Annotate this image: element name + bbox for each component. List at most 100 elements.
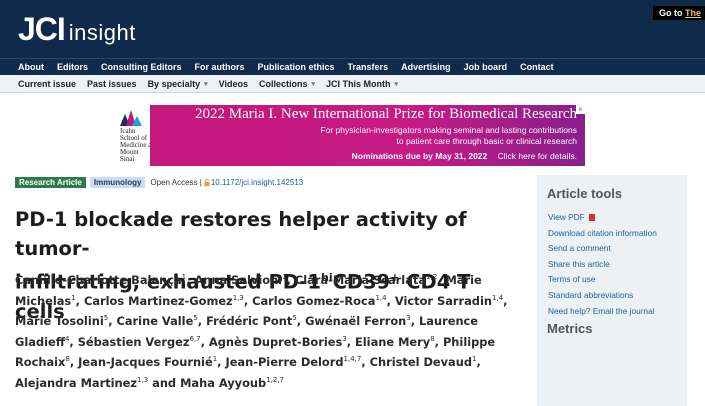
ad-close-icon[interactable]: × [576,105,585,114]
author-name[interactable]: Eliane Mery8 [355,335,435,349]
goto-banner[interactable]: Go to The [652,6,705,20]
author-and: and [152,375,177,390]
metrics-heading: Metrics [547,321,593,336]
goto-link[interactable]: The [685,8,701,18]
tool-link-download-citation-information[interactable]: Download citation information [548,226,657,242]
tool-link-label: View PDF [548,212,585,222]
author-name-text: Eliane Mery [355,334,431,349]
subnav-item-by-specialty[interactable]: By specialty ▾ [148,79,208,89]
ad-cta-link[interactable]: Click here for details. [498,151,577,161]
article-type-badge[interactable]: Research Article [15,177,86,188]
author-name-text: Carine Valle [116,314,194,329]
subnav-item-label: By specialty [147,78,201,89]
nav-item-contact[interactable]: Contact [520,62,554,72]
tool-link-label: Send a comment [548,243,611,254]
subnav-item-collections[interactable]: Collections ▾ [259,79,315,89]
author-affiliation: 1,4 [375,293,387,302]
author-name[interactable]: Anna Salvioni1 [194,273,286,287]
author-name-text: Camille-Charlotte Balança [15,273,182,287]
tool-link-terms-of-use[interactable]: Terms of use [548,272,657,288]
tool-link-standard-abbreviations[interactable]: Standard abbreviations [548,288,657,304]
nav-item-consulting-editors[interactable]: Consulting Editors [101,62,182,72]
article-tools-heading: Article tools [547,186,623,201]
author-name[interactable]: Carlos Martinez-Gomez1,3 [84,294,244,308]
author-affiliation: 1,4,7 [343,355,362,364]
nav-item-editors[interactable]: Editors [57,62,88,72]
category-badge[interactable]: Immunology [89,177,146,188]
author-name[interactable]: Maha Ayyoub1,2,7 [180,376,284,390]
chevron-down-icon: ▾ [204,80,208,88]
jci-insight-logo[interactable]: JCI insight [18,12,136,50]
logo-jci-text: JCI [18,11,66,47]
author-name[interactable]: Jean-Jacques Fournié1 [78,355,217,369]
nav-item-advertising[interactable]: Advertising [401,62,451,72]
subnav-item-past-issues[interactable]: Past issues [87,79,137,89]
tool-link-send-a-comment[interactable]: Send a comment [548,241,657,257]
author-name-text: Sébastien Vergez [77,334,190,349]
tool-link-label: Need help? Email the journal [548,305,655,316]
tool-link-label: Standard abbreviations [548,289,634,300]
subnav-item-videos[interactable]: Videos [219,79,248,89]
nav-item-about[interactable]: About [18,62,44,72]
author-name[interactable]: Jean-Pierre Delord1,4,7 [225,355,361,369]
site-header: JCI insight Go to The [0,0,705,58]
author-affiliation: 1,3 [137,375,149,384]
subnav-item-jci-this-month[interactable]: JCI This Month ▾ [326,79,398,89]
open-access-lock-icon [204,179,210,186]
author-name[interactable]: Carlos Gomez-Roca1,4 [252,294,386,308]
author-affiliation: 8 [65,355,70,364]
chevron-down-icon: ▾ [311,80,315,88]
nav-item-for-authors[interactable]: For authors [195,62,245,72]
ad-nominations: Nominations due by May 31, 2022 [351,151,488,161]
author-affiliation: 5 [103,314,109,323]
author-list: Camille-Charlotte Balança1, Anna Salvion… [15,273,508,390]
tool-link-view-pdf[interactable]: View PDF [548,210,657,226]
author-affiliation: 6,7 [189,334,201,343]
author-name[interactable]: Gwénaël Ferron3 [305,314,411,328]
nav-item-publication-ethics[interactable]: Publication ethics [258,62,335,72]
main-nav: About Editors Consulting Editors For author… [0,58,705,75]
author-name[interactable]: Agnès Dupret-Bories3 [209,335,347,349]
tool-link-label: Download citation information [548,227,657,238]
article-tools-list: View PDF Download citation information Sen… [548,210,657,319]
tool-link-share-this-article[interactable]: Share this article [548,257,657,273]
author-name[interactable]: Alejandra Martinez1,3 [15,376,148,390]
pdf-icon [588,214,595,221]
chevron-down-icon: ▾ [394,80,399,88]
author-affiliation: 8 [430,334,435,343]
ad-line-1: For physician-investigators making semin… [320,125,577,135]
author-name-text: Jean-Jacques Fournié [78,355,213,370]
author-affiliation: 1,2,7 [266,375,285,384]
author-affiliation: 1 [282,273,287,281]
author-name-text: Maha Ayyoub [180,375,267,390]
doi-link[interactable]: 10.1172/jci.insight.142513 [211,178,303,187]
author-name-text: Clara-Maria Scarlata [294,273,427,287]
author-affiliation: 1 [472,355,477,364]
author-name-text: Frédéric Pont [206,314,293,329]
tool-link-need-help-email-the-journal[interactable]: Need help? Email the journal [548,304,657,320]
open-access-label: Open Access | [150,178,202,187]
subnav-item-current-issue[interactable]: Current issue [18,79,76,89]
author-affiliation: 3 [342,334,347,343]
author-name[interactable]: Clara-Maria Scarlata1,2 [295,273,437,287]
author-name[interactable]: Frédéric Pont5 [206,314,297,328]
author-affiliation: 3 [406,314,411,323]
author-name[interactable]: Sébastien Vergez6,7 [78,335,201,349]
author-name[interactable]: Victor Sarradin1,4 [395,294,503,308]
goto-prefix: Go to [658,8,683,18]
ad-content[interactable]: 2022 Maria I. New International Prize fo… [150,105,585,166]
ad-logo-area: Icahn School of Medicine at Mount Sinai [104,105,153,166]
nav-item-transfers[interactable]: Transfers [348,62,389,72]
author-name[interactable]: Christel Devaud1 [370,355,477,369]
subnav-item-label: JCI This Month [326,78,391,89]
author-name-text: Christel Devaud [369,355,473,370]
author-name-text: Agnès Dupret-Bories [208,334,343,349]
author-name[interactable]: Camille-Charlotte Balança1 [15,273,186,287]
author-name[interactable]: Carine Valle5 [117,314,198,328]
article-sidebar: Article tools View PDF Download citation … [537,175,687,406]
author-name[interactable]: Marie Tosolini5 [15,314,108,328]
author-affiliation: 1,4 [491,293,504,302]
ad-banner[interactable]: Icahn School of Medicine at Mount Sinai 2022… [104,105,585,166]
nav-item-job-board[interactable]: Job board [464,62,508,72]
author-name-text: Alejandra Martinez [15,375,138,390]
